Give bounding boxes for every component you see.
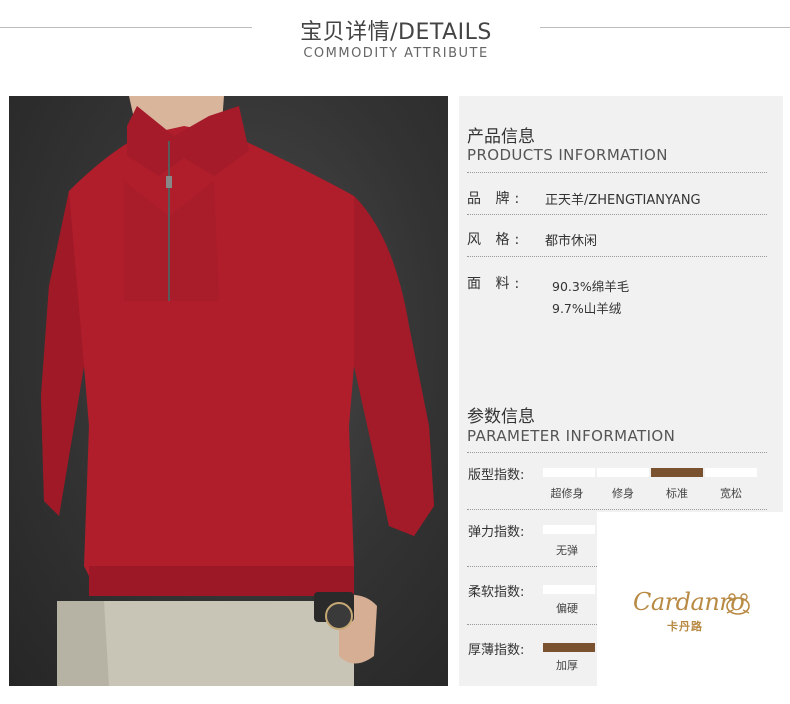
style-value: 都市休闲 (545, 234, 598, 249)
fabric-label: 面 料: (467, 276, 525, 292)
thickness-index-label: 厚薄指数: (468, 643, 525, 658)
products-subtitle: PRODUCTS INFORMATION (467, 146, 668, 164)
fit-bar-loose (705, 468, 757, 477)
brand-divider (467, 214, 767, 215)
style-divider (467, 256, 767, 257)
header-divider-left (0, 27, 252, 28)
fit-bar-super-slim (543, 468, 595, 477)
fit-divider (467, 509, 767, 510)
brand-value: 正天羊/ZHENGTIANYANG (545, 193, 701, 208)
products-title: 产品信息 (467, 127, 535, 147)
page-title: 宝贝详情/DETAILS (300, 20, 492, 45)
fit-option-loose: 宽松 (720, 487, 742, 500)
fit-bar-slim (597, 468, 649, 477)
fit-option-super-slim: 超修身 (550, 487, 584, 500)
brand-label: 品 牌: (467, 191, 525, 207)
product-photo (9, 96, 448, 686)
fit-option-standard: 标准 (666, 487, 688, 500)
fit-bar-standard (651, 468, 703, 477)
parameters-title: 参数信息 (467, 407, 535, 427)
fit-option-slim: 修身 (612, 487, 634, 500)
style-label: 风 格: (467, 232, 525, 248)
fabric-value-wool: 90.3%绵羊毛 (552, 279, 630, 294)
thickness-option-thick: 加厚 (556, 659, 578, 672)
elasticity-index-label: 弹力指数: (468, 525, 525, 540)
header-divider-right (540, 27, 790, 28)
parameters-divider (467, 452, 767, 453)
sweater-illustration (41, 96, 434, 686)
softness-option-hard: 偏硬 (556, 602, 578, 615)
softness-bar-hard (543, 585, 595, 594)
elasticity-bar-none (543, 525, 595, 534)
frog-emblem-icon (726, 593, 750, 615)
elasticity-option-none: 无弹 (556, 544, 578, 557)
parameters-subtitle: PARAMETER INFORMATION (467, 427, 676, 445)
page-subtitle: COMMODITY ATTRIBUTE (303, 46, 489, 61)
fit-index-label: 版型指数: (468, 468, 525, 483)
brand-logo-box: Cardanro 卡丹路 (597, 512, 790, 704)
thickness-bar-thick (543, 643, 595, 652)
products-divider (467, 172, 767, 173)
fabric-value-cashmere: 9.7%山羊绒 (552, 301, 622, 316)
brand-logo-chinese: 卡丹路 (667, 620, 703, 633)
softness-index-label: 柔软指数: (468, 585, 525, 600)
